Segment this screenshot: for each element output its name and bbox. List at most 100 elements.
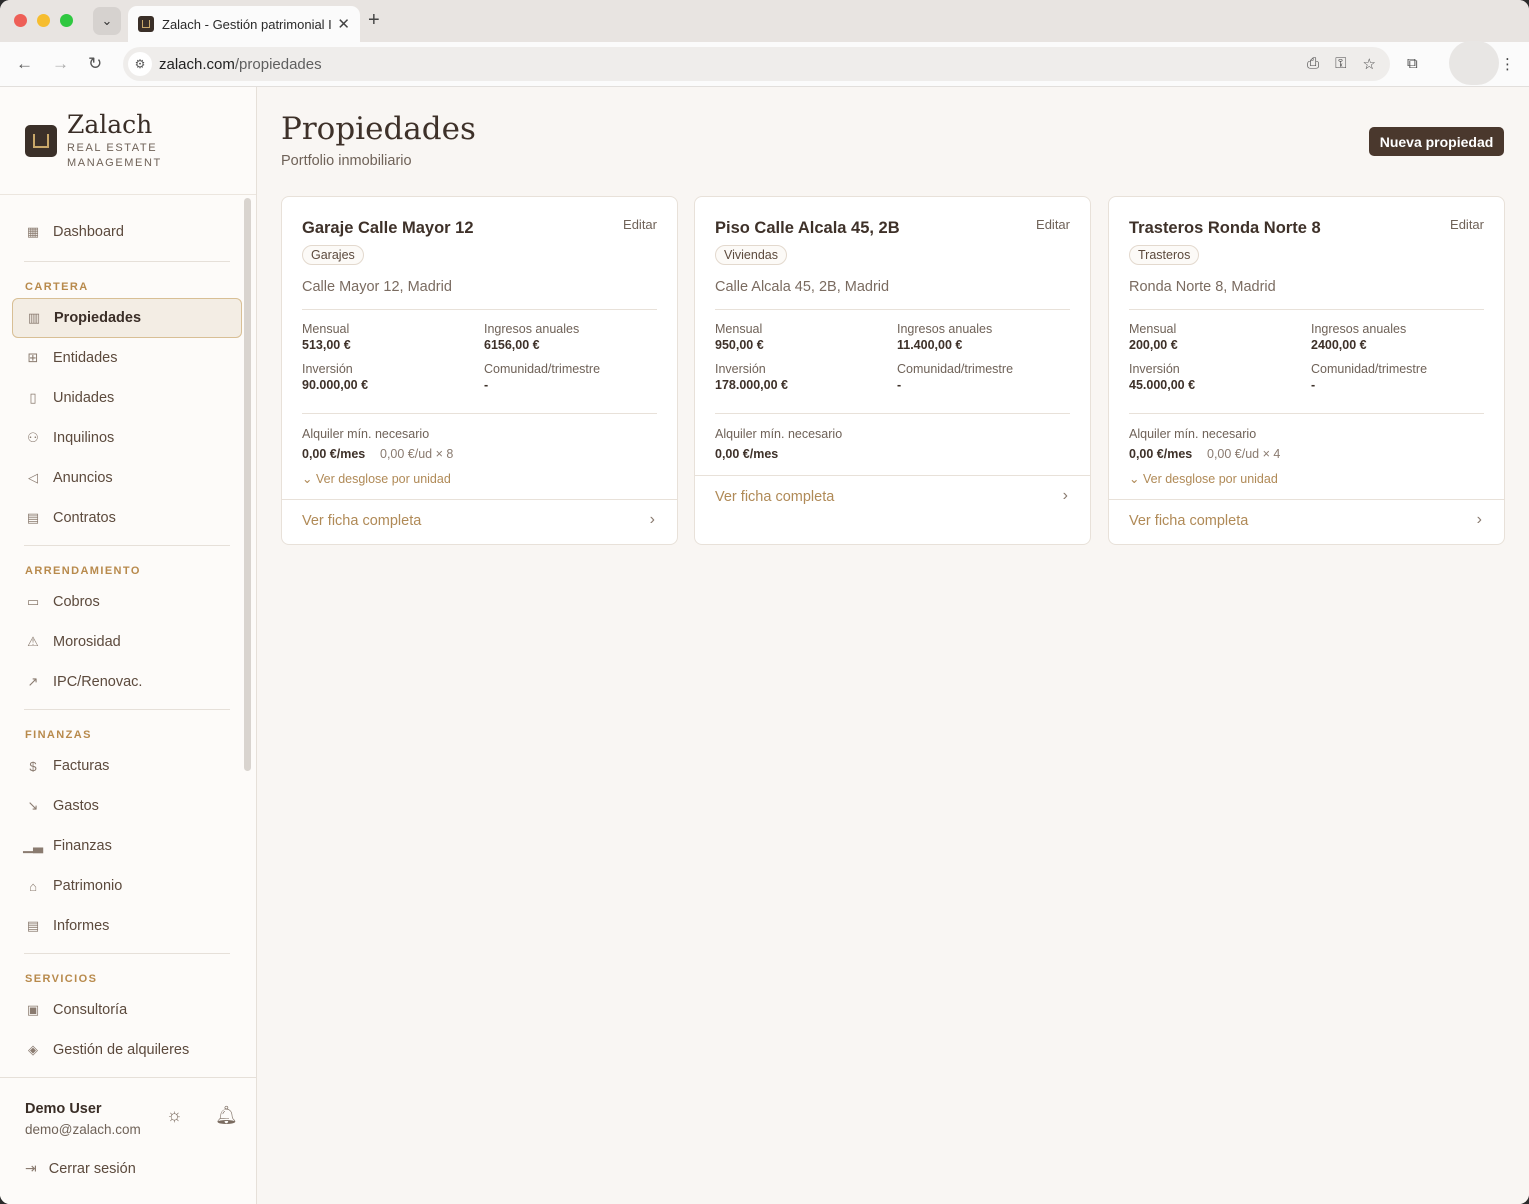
back-icon[interactable]: ← xyxy=(16,54,33,74)
new-property-button[interactable]: Nueva propiedad xyxy=(1369,127,1504,156)
calendar-icon: ▣ xyxy=(26,1002,40,1017)
inversion-label: Inversión xyxy=(715,362,766,376)
mensual-value: 950,00 € xyxy=(715,338,764,352)
browser-tab[interactable]: Zalach - Gestión patrimonial I ✕ xyxy=(128,6,360,42)
user-panel: Demo User demo@zalach.com ☼ 🔔︎ ⇥ Cerrar … xyxy=(0,1077,256,1204)
sidebar-item-label: Propiedades xyxy=(54,310,142,326)
alquiler-min-value: 0,00 €/mes xyxy=(1129,447,1193,461)
property-type-badge: Viviendas xyxy=(715,245,787,265)
tab-title: Zalach - Gestión patrimonial I xyxy=(162,16,332,32)
chevron-down-icon: ⌄ xyxy=(302,472,313,486)
sidebar-item-facturas[interactable]: $ Facturas xyxy=(12,746,242,786)
sidebar-item-contratos[interactable]: ▤ Contratos xyxy=(12,498,242,538)
sidebar-item-ipc[interactable]: ↗ IPC/Renovac. xyxy=(12,662,242,702)
divider xyxy=(715,309,1070,310)
card-footer-link[interactable]: Ver ficha completa › xyxy=(695,475,1090,520)
divider xyxy=(302,309,657,310)
property-type-badge: Trasteros xyxy=(1129,245,1200,265)
inversion-value: 178.000,00 € xyxy=(715,378,788,392)
property-title: Trasteros Ronda Norte 8 xyxy=(1129,219,1321,237)
view-full-link: Ver ficha completa xyxy=(302,513,422,529)
edit-button[interactable]: Editar xyxy=(623,217,657,232)
address-bar[interactable]: ⚙ zalach.com/propiedades ⎙ ⚿ ☆ xyxy=(123,47,1390,81)
page-title: Propiedades xyxy=(281,111,476,147)
sidebar-item-unidades[interactable]: ▯ Unidades xyxy=(12,378,242,418)
section-servicios: SERVICIOS xyxy=(25,973,98,985)
sidebar-item-informes[interactable]: ▤ Informes xyxy=(12,906,242,946)
alquiler-min-label: Alquiler mín. necesario xyxy=(302,427,430,441)
close-window-button[interactable] xyxy=(14,14,27,27)
sidebar-item-entidades[interactable]: ⊞ Entidades xyxy=(12,338,242,378)
property-type-badge: Garajes xyxy=(302,245,364,265)
maximize-window-button[interactable] xyxy=(60,14,73,27)
sidebar-item-label: Finanzas xyxy=(53,838,112,854)
edit-button[interactable]: Editar xyxy=(1450,217,1484,232)
edit-button[interactable]: Editar xyxy=(1036,217,1070,232)
comunidad-label: Comunidad/trimestre xyxy=(484,362,601,376)
sidebar-item-gastos[interactable]: ↘ Gastos xyxy=(12,786,242,826)
tab-search-button[interactable]: ⌄ xyxy=(93,7,121,35)
divider xyxy=(1129,413,1484,414)
sidebar-item-propiedades[interactable]: ▥ Propiedades xyxy=(12,298,242,338)
comunidad-label: Comunidad/trimestre xyxy=(897,362,1014,376)
sidebar-item-label: Facturas xyxy=(53,758,110,774)
alquiler-min-label: Alquiler mín. necesario xyxy=(1129,427,1257,441)
sidebar-item-cobros[interactable]: ▭ Cobros xyxy=(12,582,242,622)
minimize-window-button[interactable] xyxy=(37,14,50,27)
mensual-value: 200,00 € xyxy=(1129,338,1178,352)
new-tab-icon[interactable]: + xyxy=(368,9,380,32)
section-cartera: CARTERA xyxy=(25,281,89,293)
theme-toggle-icon[interactable]: ☼ xyxy=(166,1105,183,1126)
network-icon: ⊞ xyxy=(27,350,39,365)
trending-up-icon: ↗ xyxy=(27,674,39,689)
password-key-icon[interactable]: ⚿ xyxy=(1335,55,1346,73)
sidebar-item-consultoria[interactable]: ▣ Consultoría xyxy=(12,990,242,1030)
chevron-down-icon: ⌄ xyxy=(1129,472,1140,486)
chevron-down-icon: ⌄ xyxy=(101,13,113,28)
install-app-icon[interactable]: ⎙ xyxy=(1307,55,1319,73)
property-card: Trasteros Ronda Norte 8 Editar Trasteros… xyxy=(1108,196,1505,545)
breakdown-toggle[interactable]: ⌄ Ver desglose por unidad xyxy=(302,471,451,486)
sidebar-item-inquilinos[interactable]: ⚇ Inquilinos xyxy=(12,418,242,458)
divider xyxy=(302,413,657,414)
comunidad-value: - xyxy=(1311,378,1316,392)
profile-avatar[interactable] xyxy=(1449,41,1499,85)
browser-menu-icon[interactable]: ⋮ xyxy=(1500,55,1515,73)
sidebar-item-morosidad[interactable]: ⚠ Morosidad xyxy=(12,622,242,662)
building-icon: ▥ xyxy=(27,310,41,325)
logout-button[interactable]: ⇥ Cerrar sesión xyxy=(25,1160,136,1177)
extensions-icon[interactable]: ⧉ xyxy=(1407,55,1418,72)
breakdown-toggle[interactable]: ⌄ Ver desglose por unidad xyxy=(1129,471,1278,486)
comunidad-label: Comunidad/trimestre xyxy=(1311,362,1428,376)
sidebar-scrollbar[interactable] xyxy=(244,198,251,771)
site-settings-icon[interactable]: ⚙ xyxy=(128,52,152,76)
brand-sub-2: MANAGEMENT xyxy=(67,157,162,169)
sidebar-item-dashboard[interactable]: ▦ Dashboard xyxy=(12,212,242,252)
sidebar-item-gestion-alquileres[interactable]: ◈ Gestión de alquileres xyxy=(12,1030,242,1070)
forward-icon[interactable]: → xyxy=(52,54,69,74)
mensual-value: 513,00 € xyxy=(302,338,351,352)
property-address: Calle Alcala 45, 2B, Madrid xyxy=(715,279,890,295)
sidebar-item-finanzas[interactable]: ▁▃ Finanzas xyxy=(12,826,242,866)
sidebar-item-patrimonio[interactable]: ⌂ Patrimonio xyxy=(12,866,242,906)
bell-icon[interactable]: 🔔︎ xyxy=(215,1105,238,1126)
bank-icon: ⌂ xyxy=(29,878,37,894)
divider xyxy=(0,194,256,195)
sidebar-item-anuncios[interactable]: ◁ Anuncios xyxy=(12,458,242,498)
view-full-link: Ver ficha completa xyxy=(715,489,835,505)
property-address: Ronda Norte 8, Madrid xyxy=(1129,279,1276,295)
close-tab-icon[interactable]: ✕ xyxy=(337,15,350,33)
reload-icon[interactable]: ↻ xyxy=(88,54,102,74)
card-footer-link[interactable]: Ver ficha completa › xyxy=(282,499,677,544)
bookmark-star-icon[interactable]: ☆ xyxy=(1363,55,1376,73)
divider xyxy=(715,413,1070,414)
sidebar-item-label: Gastos xyxy=(53,798,99,814)
browser-toolbar: ← → ↻ ⚙ zalach.com/propiedades ⎙ ⚿ ☆ ⧉ ⋮ xyxy=(0,42,1529,87)
divider xyxy=(24,953,230,954)
brand-name: Zalach xyxy=(67,110,153,139)
card-footer-link[interactable]: Ver ficha completa › xyxy=(1109,499,1504,544)
alquiler-min-value: 0,00 €/mes xyxy=(715,447,779,461)
ingresos-value: 11.400,00 € xyxy=(897,338,963,352)
door-icon: ▯ xyxy=(29,390,37,405)
user-name: Demo User xyxy=(25,1101,102,1117)
